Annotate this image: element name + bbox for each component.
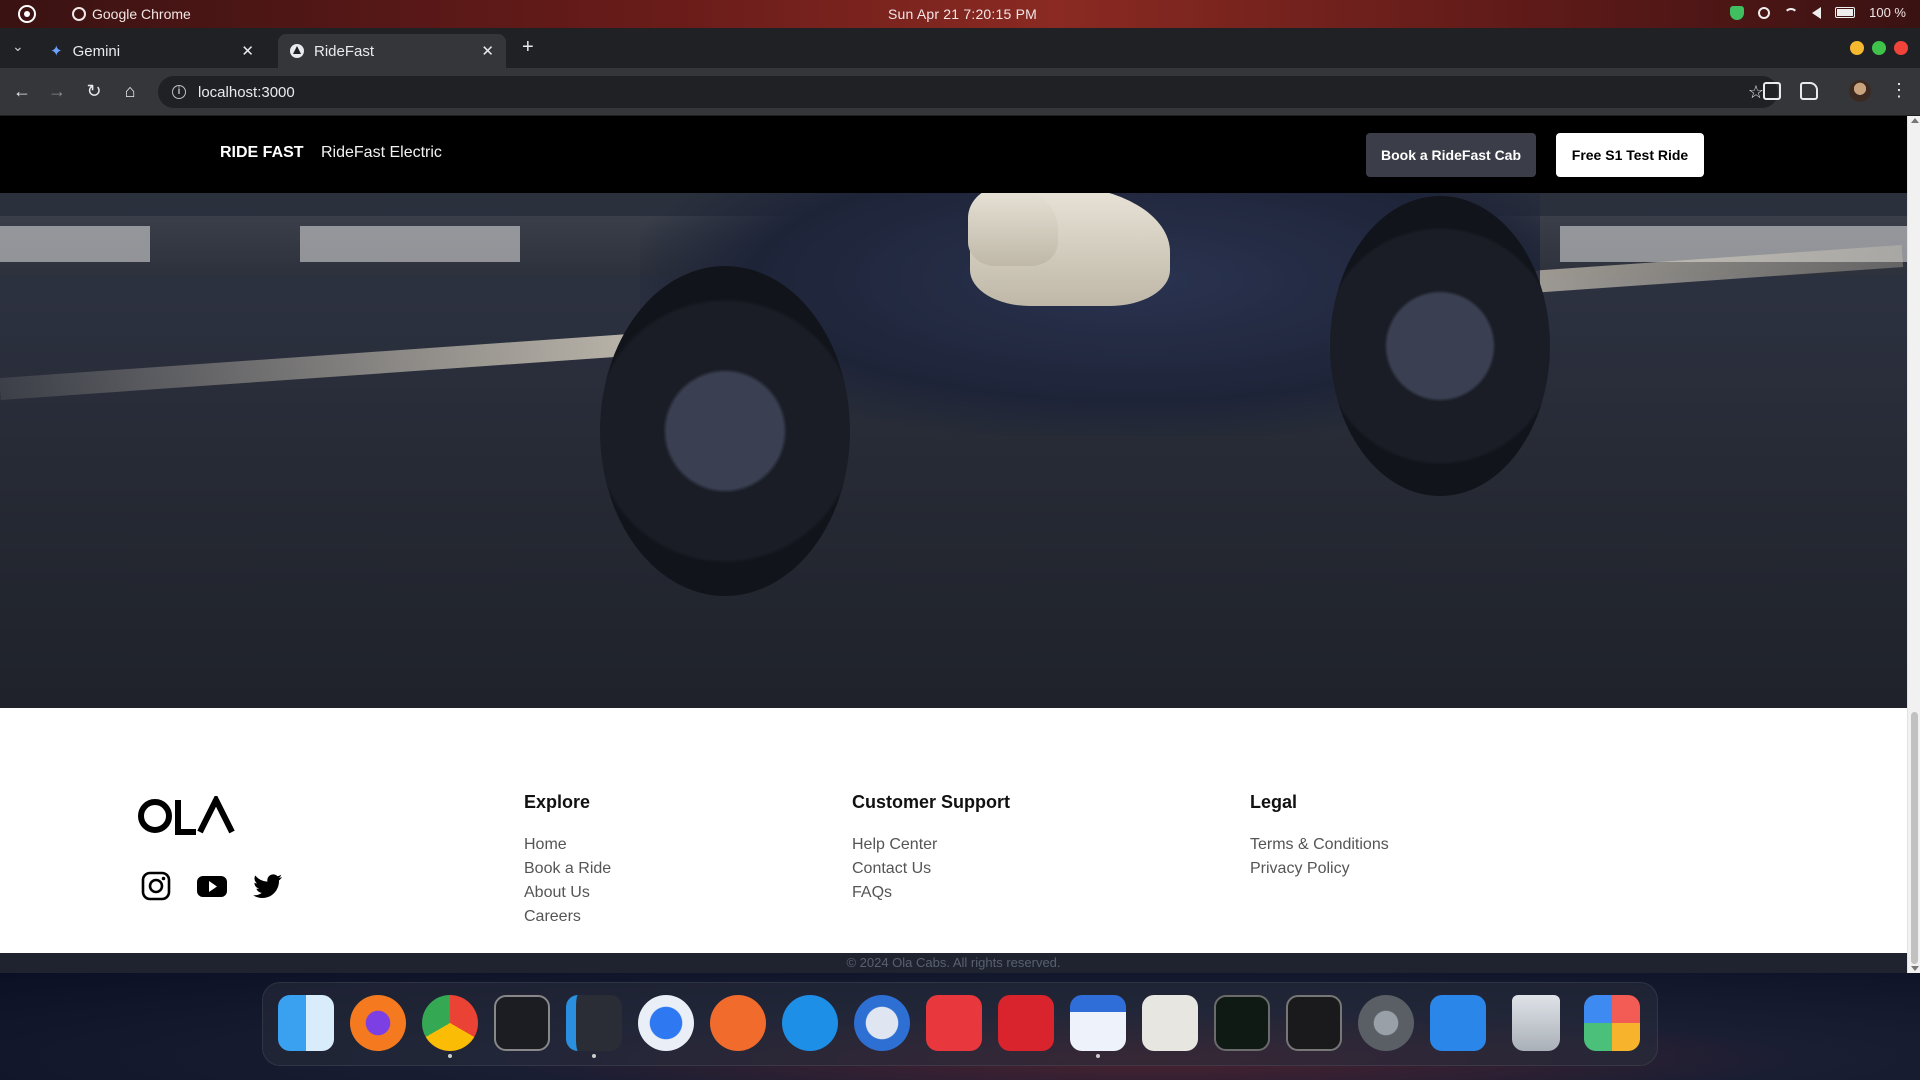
test-ride-button[interactable]: Free S1 Test Ride	[1556, 133, 1704, 177]
extensions-puzzle-icon[interactable]	[1800, 82, 1818, 100]
volume-icon[interactable]	[1812, 6, 1822, 19]
footer-link-contact-us[interactable]: Contact Us	[852, 860, 931, 878]
text-editor-icon[interactable]	[1070, 995, 1126, 1051]
tab-ridefast[interactable]: RideFast ✕	[278, 34, 506, 68]
finder-icon[interactable]	[278, 995, 334, 1051]
footer-link-faqs[interactable]: FAQs	[852, 884, 892, 902]
tab-title: Gemini	[72, 42, 121, 60]
terminal-icon[interactable]	[494, 995, 550, 1051]
gemini-sparkle-icon: ✦	[50, 43, 63, 60]
footer-link-book-a-ride[interactable]: Book a Ride	[524, 860, 611, 878]
running-indicator	[592, 1054, 596, 1058]
tab-cast-icon[interactable]	[1763, 82, 1781, 100]
site-header: RIDE FAST RideFast Electric Book a RideF…	[0, 116, 1907, 193]
address-bar[interactable]: i localhost:3000 ☆	[158, 76, 1778, 108]
address-url[interactable]: localhost:3000	[198, 84, 295, 101]
footer-col-title-customer-support: Customer Support	[852, 792, 1011, 812]
youtube-icon[interactable]	[196, 870, 228, 902]
footer-link-careers[interactable]: Careers	[524, 908, 581, 926]
footer-link-about-us[interactable]: About Us	[524, 884, 590, 902]
twitter-icon[interactable]	[252, 870, 284, 902]
acrobat-icon[interactable]	[998, 995, 1054, 1051]
footer-link-terms[interactable]: Terms & Conditions	[1250, 836, 1389, 854]
home-icon[interactable]: ⌂	[118, 80, 142, 102]
maximize-window-button[interactable]	[1872, 41, 1886, 55]
instagram-icon[interactable]	[140, 870, 172, 902]
system-monitor-icon[interactable]	[1286, 995, 1342, 1051]
chrome-icon	[72, 7, 86, 21]
book-cab-button[interactable]: Book a RideFast Cab	[1366, 133, 1536, 177]
security-shield-icon[interactable]	[1730, 5, 1745, 20]
curb-stripe	[300, 226, 520, 262]
thunderbird-icon[interactable]	[854, 995, 910, 1051]
kebab-menu-icon[interactable]: ⋮	[1890, 80, 1908, 100]
os-active-app[interactable]: Google Chrome	[72, 6, 191, 22]
os-status-area: 100 %	[1730, 5, 1906, 20]
running-indicator	[448, 1054, 452, 1058]
profile-avatar[interactable]	[1849, 80, 1871, 102]
rear-wheel	[1330, 196, 1550, 496]
postman-icon[interactable]	[710, 995, 766, 1051]
close-window-button[interactable]	[1894, 41, 1908, 55]
system-settings-icon[interactable]	[1358, 995, 1414, 1051]
reload-icon[interactable]: ↻	[82, 80, 106, 102]
textedit-icon[interactable]	[1142, 995, 1198, 1051]
os-menu-bar: Google Chrome Sun Apr 21 7:20:15 PM 100 …	[0, 0, 1920, 28]
os-logo-icon[interactable]	[18, 5, 36, 23]
docker-icon[interactable]	[782, 995, 838, 1051]
back-arrow-icon[interactable]: ←	[10, 80, 34, 102]
brand-logo-link[interactable]: RIDE FAST	[220, 144, 304, 162]
anydesk-icon[interactable]	[926, 995, 982, 1051]
wifi-icon[interactable]	[1784, 8, 1799, 17]
page-viewport: RIDE FAST RideFast Electric Book a RideF…	[0, 116, 1920, 973]
browser-tab-bar: ⌄ ✦ Gemini ✕ RideFast ✕ +	[0, 28, 1920, 68]
browser-toolbar: ← → ↻ ⌂ i localhost:3000 ☆ ⋮	[0, 68, 1920, 116]
minimize-window-button[interactable]	[1850, 41, 1864, 55]
tab-title: RideFast	[314, 42, 375, 60]
site-footer: Explore Home Book a Ride About Us Career…	[0, 708, 1907, 973]
copyright-text: © 2024 Ola Cabs. All rights reserved.	[0, 953, 1907, 973]
ola-logo[interactable]	[138, 796, 238, 836]
os-app-name: Google Chrome	[92, 6, 191, 22]
site-info-icon[interactable]: i	[172, 85, 186, 99]
launchpad-icon[interactable]	[1584, 995, 1640, 1051]
footer-link-privacy-policy[interactable]: Privacy Policy	[1250, 860, 1350, 878]
battery-percent: 100 %	[1869, 5, 1906, 20]
chrome-icon[interactable]	[422, 995, 478, 1051]
nav-ridefast-electric[interactable]: RideFast Electric	[321, 144, 442, 162]
footer-link-help-center[interactable]: Help Center	[852, 836, 937, 854]
tab-gemini[interactable]: ✦ Gemini ✕	[38, 34, 266, 68]
footer-col-title-explore: Explore	[524, 792, 591, 812]
scroll-up-arrow-icon[interactable]	[1911, 118, 1919, 123]
tab-search-chevron-icon[interactable]: ⌄	[12, 38, 24, 55]
page-scrollbar[interactable]	[1907, 116, 1920, 973]
running-indicator	[1096, 1054, 1100, 1058]
front-wheel	[600, 266, 850, 596]
footer-col-title-legal: Legal	[1250, 792, 1298, 812]
app-installer-icon[interactable]	[1430, 995, 1486, 1051]
scroll-thumb[interactable]	[1911, 712, 1918, 964]
firefox-icon[interactable]	[350, 995, 406, 1051]
new-tab-plus-icon[interactable]: +	[522, 37, 534, 57]
ridefast-favicon	[290, 44, 304, 58]
hero-scooter-image	[0, 116, 1907, 708]
curb-stripe	[0, 226, 150, 262]
close-tab-icon[interactable]: ✕	[241, 42, 254, 60]
vscode-icon[interactable]	[566, 995, 622, 1051]
os-clock[interactable]: Sun Apr 21 7:20:15 PM	[888, 6, 1037, 22]
battery-icon[interactable]	[1835, 7, 1856, 18]
footer-link-home[interactable]: Home	[524, 836, 567, 854]
brightness-icon[interactable]	[1758, 6, 1771, 19]
window-controls	[1850, 41, 1908, 55]
scroll-down-arrow-icon[interactable]	[1911, 966, 1919, 971]
forward-arrow-icon[interactable]: →	[45, 80, 69, 102]
bookmark-star-icon[interactable]: ☆	[1748, 82, 1764, 103]
close-tab-icon[interactable]: ✕	[481, 42, 494, 60]
trash-icon[interactable]	[1512, 995, 1560, 1051]
app-store-a-icon[interactable]	[638, 995, 694, 1051]
activity-monitor-icon[interactable]	[1214, 995, 1270, 1051]
